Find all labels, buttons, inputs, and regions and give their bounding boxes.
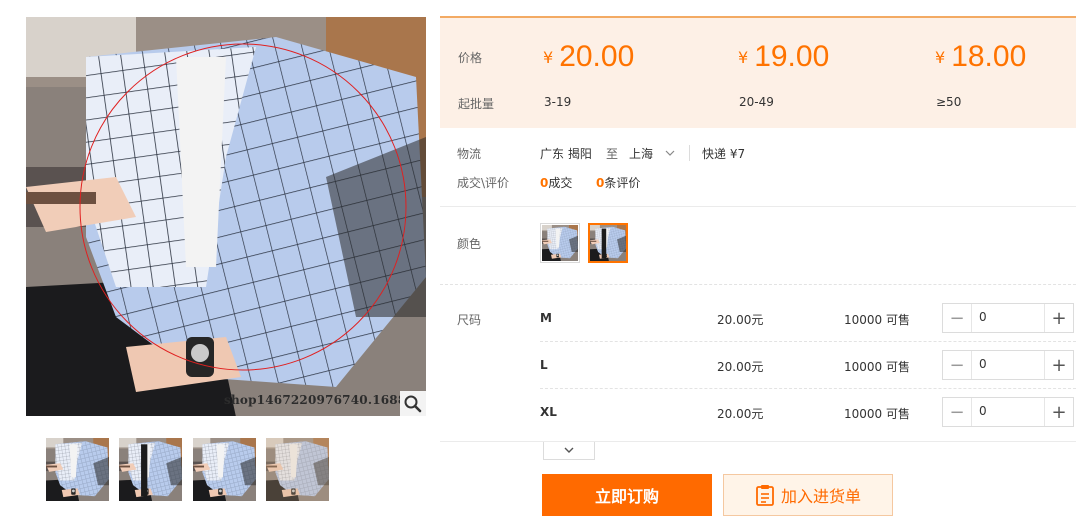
currency-symbol: ¥ bbox=[738, 48, 749, 67]
shipping-cost: 快递 ¥7 bbox=[702, 147, 746, 161]
minus-icon[interactable]: − bbox=[943, 304, 972, 332]
reviews-stat[interactable]: 0条评价 bbox=[596, 174, 640, 191]
ship-to-select[interactable]: 上海 bbox=[629, 145, 653, 162]
moq-range-2: 20-49 bbox=[739, 95, 774, 109]
expand-sizes-button[interactable] bbox=[543, 442, 595, 460]
moq-range-3: ≥50 bbox=[936, 95, 962, 109]
size-price: 20.00元 bbox=[717, 313, 764, 327]
size-stock: 10000 可售 bbox=[844, 360, 910, 374]
size-name: L bbox=[540, 358, 548, 372]
plus-icon[interactable]: + bbox=[1044, 351, 1073, 379]
size-name: XL bbox=[540, 405, 557, 419]
price-value: 19.00 bbox=[754, 40, 830, 73]
thumbnail-3[interactable] bbox=[193, 438, 256, 501]
clipboard-icon bbox=[756, 485, 774, 506]
price-tier-3: ¥18.00 bbox=[935, 40, 1026, 74]
price-tier-2: ¥19.00 bbox=[738, 40, 829, 74]
size-stock: 10000 可售 bbox=[844, 407, 910, 421]
chevron-down-icon bbox=[564, 447, 574, 453]
size-label: 尺码 bbox=[457, 313, 482, 327]
thumbnail-2[interactable] bbox=[119, 438, 182, 501]
divider bbox=[689, 145, 690, 161]
ship-to-word: 至 bbox=[606, 147, 619, 161]
ship-from: 广东 揭阳 bbox=[540, 147, 592, 161]
quantity-input[interactable]: 0 bbox=[979, 357, 987, 371]
order-now-button[interactable]: 立即订购 bbox=[542, 474, 712, 516]
quantity-stepper: − 0 + bbox=[942, 303, 1074, 333]
zoom-button[interactable] bbox=[400, 391, 426, 416]
size-name: M bbox=[540, 311, 552, 325]
logistics-label: 物流 bbox=[457, 147, 482, 161]
main-product-image[interactable] bbox=[26, 17, 426, 416]
thumbnail-4[interactable] bbox=[266, 438, 329, 501]
plus-icon[interactable]: + bbox=[1044, 304, 1073, 332]
currency-symbol: ¥ bbox=[935, 48, 946, 67]
add-to-purchase-list-label: 加入进货单 bbox=[780, 487, 861, 506]
trade-label: 成交\评价 bbox=[457, 176, 510, 190]
row-divider bbox=[540, 388, 1076, 389]
search-icon bbox=[404, 395, 422, 413]
shop-watermark: shop1467220976740.1688.co bbox=[224, 393, 427, 407]
color-label: 颜色 bbox=[457, 237, 482, 251]
price-label: 价格 bbox=[458, 51, 483, 65]
price-value: 20.00 bbox=[559, 40, 635, 73]
price-panel: 价格 起批量 ¥20.00 ¥19.00 ¥18.00 3-19 20-49 ≥… bbox=[440, 16, 1076, 128]
moq-range-1: 3-19 bbox=[544, 95, 572, 109]
currency-symbol: ¥ bbox=[543, 48, 554, 67]
size-price: 20.00元 bbox=[717, 360, 764, 374]
deals-text: 成交 bbox=[548, 176, 573, 190]
moq-label: 起批量 bbox=[458, 97, 495, 111]
reviews-text: 条评价 bbox=[604, 176, 641, 190]
color-swatch-2-selected[interactable] bbox=[588, 223, 628, 263]
color-swatch-1[interactable] bbox=[540, 223, 580, 263]
section-divider bbox=[440, 441, 1076, 442]
section-divider bbox=[440, 206, 1076, 207]
thumbnail-1[interactable] bbox=[46, 438, 109, 501]
price-tier-1: ¥20.00 bbox=[543, 40, 634, 74]
quantity-input[interactable]: 0 bbox=[979, 404, 987, 418]
section-divider bbox=[440, 284, 1076, 285]
plus-icon[interactable]: + bbox=[1044, 398, 1073, 426]
row-divider bbox=[540, 341, 1076, 342]
quantity-stepper: − 0 + bbox=[942, 350, 1074, 380]
minus-icon[interactable]: − bbox=[943, 351, 972, 379]
quantity-stepper: − 0 + bbox=[942, 397, 1074, 427]
order-now-label: 立即订购 bbox=[594, 487, 659, 506]
minus-icon[interactable]: − bbox=[943, 398, 972, 426]
quantity-input[interactable]: 0 bbox=[979, 310, 987, 324]
price-value: 18.00 bbox=[951, 40, 1027, 73]
size-stock: 10000 可售 bbox=[844, 313, 910, 327]
size-price: 20.00元 bbox=[717, 407, 764, 421]
chevron-down-icon[interactable] bbox=[664, 148, 676, 158]
deals-stat: 0成交 bbox=[540, 174, 572, 191]
add-to-purchase-list-button[interactable]: 加入进货单 bbox=[723, 474, 893, 516]
